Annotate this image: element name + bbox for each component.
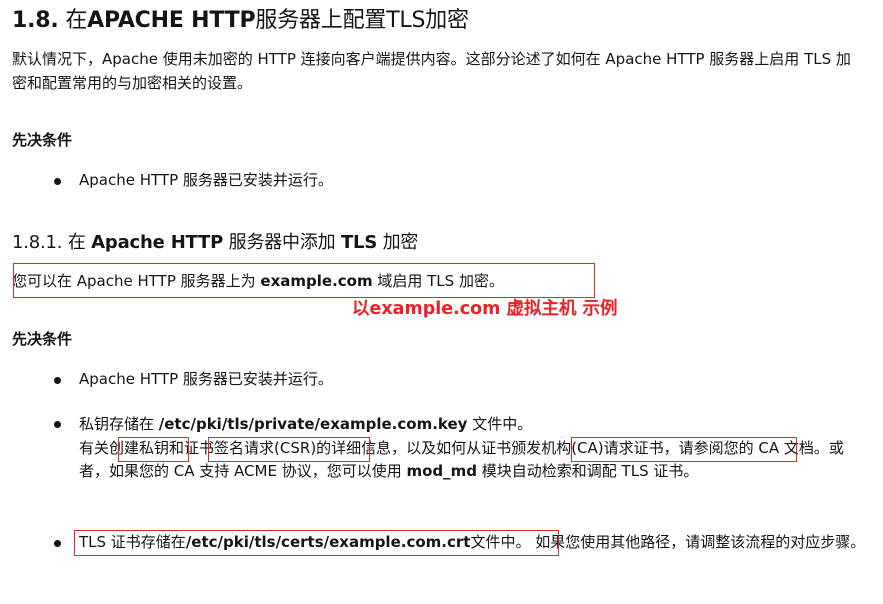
prereq-heading-2: 先决条件 — [12, 330, 73, 348]
subsection-title: 1.8.1. 在 Apache HTTP 服务器中添加 TLS 加密 — [12, 228, 418, 254]
bullet-icon — [54, 178, 61, 185]
prereq-heading-1: 先决条件 — [12, 131, 73, 149]
details-text-e: 模块自动检索和调配 TLS 证书。 — [477, 462, 699, 480]
section-title-post: 服务器上配置TLS加密 — [255, 8, 469, 33]
section-number: 1.8. — [12, 8, 59, 33]
intro-highlight-box — [13, 263, 595, 298]
documentation-page: 1.8. 在APACHE HTTP服务器上配置TLS加密 默认情况下，Apach… — [0, 0, 883, 604]
highlight-box-ca — [571, 437, 797, 462]
highlight-box-private-key — [118, 437, 189, 462]
bullet-icon — [54, 421, 61, 428]
highlight-box-certificate — [74, 530, 559, 556]
subsection-title-post: 加密 — [377, 232, 419, 253]
bullet-icon — [54, 377, 61, 384]
private-key-pre: 私钥存储在 — [79, 415, 159, 433]
private-key-path: /etc/pki/tls/private/example.com.key — [158, 415, 468, 433]
certificate-rest: 如果您使用其他路径，请调整该流程的对应步骤。 — [530, 533, 866, 551]
prereq-item-httpd: Apache HTTP 服务器已安装并运行。 — [79, 370, 333, 388]
section-title-bold: APACHE HTTP — [87, 8, 256, 33]
details-text-a: 有关 — [79, 438, 110, 457]
subsection-number: 1.8.1. — [12, 232, 63, 253]
bullet-icon — [54, 540, 61, 547]
subsection-title-bold-2: TLS — [340, 232, 378, 253]
section-intro: 默认情况下，Apache 使用未加密的 HTTP 连接向客户端提供内容。这部分论… — [12, 50, 851, 92]
subsection-title-pre: 在 — [62, 232, 92, 253]
mod-md-module: mod_md — [406, 462, 478, 480]
highlight-box-csr — [208, 437, 370, 462]
annotation-note: 以example.com 虚拟主机 示例 — [352, 299, 618, 319]
section-title: 1.8. 在APACHE HTTP服务器上配置TLS加密 — [12, 2, 469, 34]
private-key-line: 私钥存储在 /etc/pki/tls/private/example.com.k… — [79, 413, 869, 437]
subsection-title-bold-1: Apache HTTP — [91, 232, 224, 253]
private-key-post: 文件中。 — [467, 415, 533, 433]
section-title-pre: 在 — [58, 8, 88, 33]
prereq-item-1: Apache HTTP 服务器已安装并运行。 — [79, 171, 333, 189]
subsection-title-mid: 服务器中添加 — [223, 232, 341, 253]
